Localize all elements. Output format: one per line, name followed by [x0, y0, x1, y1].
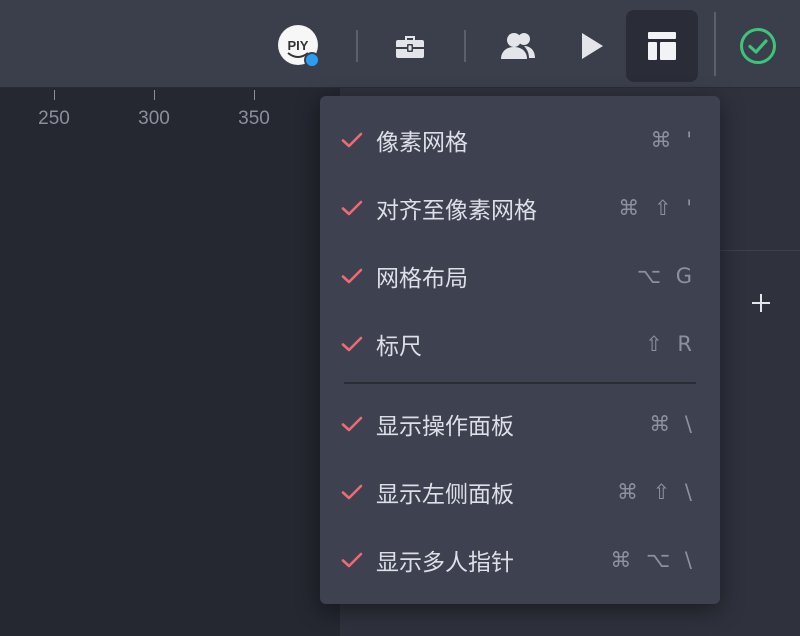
menu-item-shortcut: ⌥ G — [636, 264, 696, 288]
menu-item-label: 对齐至像素网格 — [376, 198, 537, 224]
plus-icon — [752, 294, 770, 312]
layout-icon — [648, 32, 676, 60]
toolbar-divider — [464, 30, 466, 62]
checkmark-icon — [341, 268, 363, 284]
view-settings-button[interactable] — [626, 10, 698, 82]
toolbar-divider — [356, 30, 358, 62]
users-icon — [501, 33, 535, 59]
menu-item-pixel-grid[interactable]: 像素网格 ⌘ ' — [320, 114, 720, 166]
menu-item-shortcut: ⌘ ' — [650, 128, 696, 152]
menu-item-label: 显示多人指针 — [376, 550, 514, 576]
menu-item-label: 网格布局 — [376, 266, 468, 292]
menu-item-label: 像素网格 — [376, 130, 468, 156]
play-icon — [582, 33, 603, 59]
top-toolbar: PIY — [0, 0, 800, 88]
menu-item-shortcut: ⌘ \ — [649, 412, 696, 436]
play-button[interactable] — [574, 26, 610, 66]
assets-button[interactable] — [390, 26, 430, 66]
online-status-dot — [304, 52, 320, 68]
ruler-label: 250 — [38, 108, 70, 129]
svg-text:PIY: PIY — [288, 38, 309, 53]
menu-item-show-left-panel[interactable]: 显示左侧面板 ⌘ ⇧ \ — [320, 466, 720, 518]
menu-item-shortcut: ⇧ R — [645, 332, 696, 356]
ruler-label: 350 — [238, 108, 270, 129]
checkmark-icon — [341, 336, 363, 352]
toolbar-divider — [714, 12, 716, 76]
menu-item-shortcut: ⌘ ⇧ \ — [616, 480, 696, 504]
menu-item-label: 标尺 — [376, 334, 422, 360]
menu-item-layout-grid[interactable]: 网格布局 ⌥ G — [320, 250, 720, 302]
checkmark-icon — [341, 484, 363, 500]
menu-item-show-multiplayer-cursors[interactable]: 显示多人指针 ⌘ ⌥ \ — [320, 534, 720, 586]
menu-item-show-action-panel[interactable]: 显示操作面板 ⌘ \ — [320, 398, 720, 450]
menu-separator — [344, 382, 696, 384]
checkmark-icon — [341, 416, 363, 432]
menu-item-label: 显示操作面板 — [376, 414, 514, 440]
checkmark-icon — [341, 552, 363, 568]
ruler-tick — [154, 90, 155, 100]
menu-item-shortcut: ⌘ ⇧ ' — [618, 196, 696, 220]
checkmark-icon — [341, 132, 363, 148]
horizontal-ruler: 250 300 350 — [0, 88, 320, 136]
menu-item-rulers[interactable]: 标尺 ⇧ R — [320, 318, 720, 370]
view-options-menu: 像素网格 ⌘ ' 对齐至像素网格 ⌘ ⇧ ' 网格布局 ⌥ G 标尺 ⇧ R 显… — [320, 96, 720, 604]
ruler-tick — [54, 90, 55, 100]
menu-item-snap-to-pixel-grid[interactable]: 对齐至像素网格 ⌘ ⇧ ' — [320, 182, 720, 234]
ruler-label: 300 — [138, 108, 170, 129]
check-circle-icon — [740, 28, 776, 64]
menu-item-shortcut: ⌘ ⌥ \ — [610, 548, 696, 572]
checkmark-icon — [341, 200, 363, 216]
user-avatar[interactable]: PIY — [278, 25, 320, 68]
save-status-button[interactable] — [738, 26, 778, 66]
briefcase-icon — [396, 36, 424, 58]
add-button[interactable] — [746, 288, 776, 318]
ruler-tick — [254, 90, 255, 100]
menu-item-label: 显示左侧面板 — [376, 482, 514, 508]
collaborators-button[interactable] — [498, 26, 538, 66]
